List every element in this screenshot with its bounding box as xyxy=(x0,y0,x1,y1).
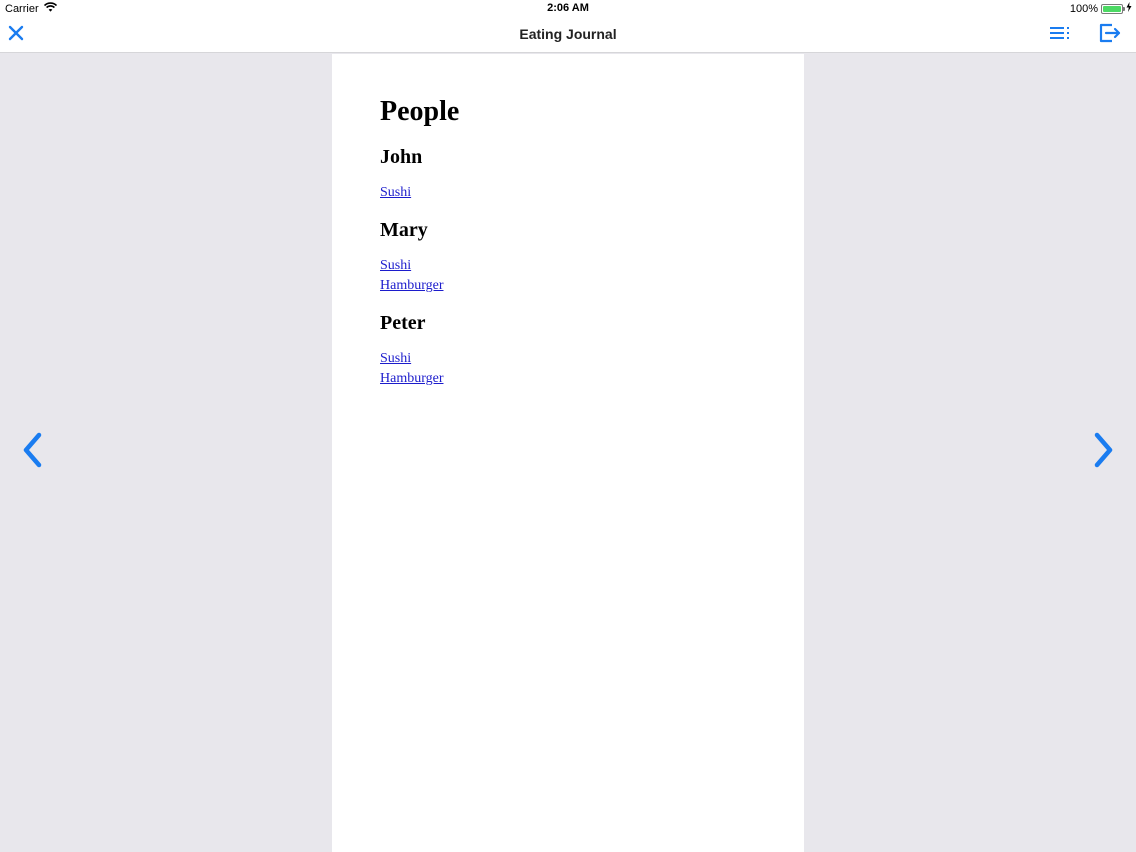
page-title: Eating Journal xyxy=(519,26,617,42)
export-icon xyxy=(1098,22,1122,49)
export-button[interactable] xyxy=(1098,23,1122,47)
food-list-peter: Sushi Hamburger xyxy=(380,349,756,389)
table-of-contents-button[interactable] xyxy=(1048,23,1072,47)
chevron-left-icon xyxy=(21,432,45,473)
food-link[interactable]: Hamburger xyxy=(380,276,756,296)
battery-percent: 100% xyxy=(1069,2,1098,15)
navigation-bar: Eating Journal xyxy=(0,17,1136,53)
status-bar: Carrier 2:06 AM 100% xyxy=(0,0,1136,17)
document-page: People John Sushi Mary Sushi Hamburger P… xyxy=(332,54,804,852)
previous-page-button[interactable] xyxy=(18,432,48,472)
charging-icon xyxy=(1126,2,1132,15)
document-heading: People xyxy=(380,96,460,127)
food-list-mary: Sushi Hamburger xyxy=(380,256,756,296)
battery-icon xyxy=(1101,3,1125,14)
chevron-right-icon xyxy=(1091,432,1115,473)
status-time: 2:06 AM xyxy=(547,2,589,14)
person-name-peter: Peter xyxy=(380,312,426,334)
person-name-john: John xyxy=(380,146,423,168)
list-icon xyxy=(1048,25,1072,46)
next-page-button[interactable] xyxy=(1088,432,1118,472)
food-link[interactable]: Sushi xyxy=(380,256,756,276)
food-link[interactable]: Sushi xyxy=(380,349,756,369)
food-link[interactable]: Sushi xyxy=(380,183,756,203)
food-link[interactable]: Hamburger xyxy=(380,369,756,389)
food-list-john: Sushi xyxy=(380,183,756,203)
person-name-mary: Mary xyxy=(380,219,428,241)
status-right: 100% xyxy=(1070,2,1132,15)
